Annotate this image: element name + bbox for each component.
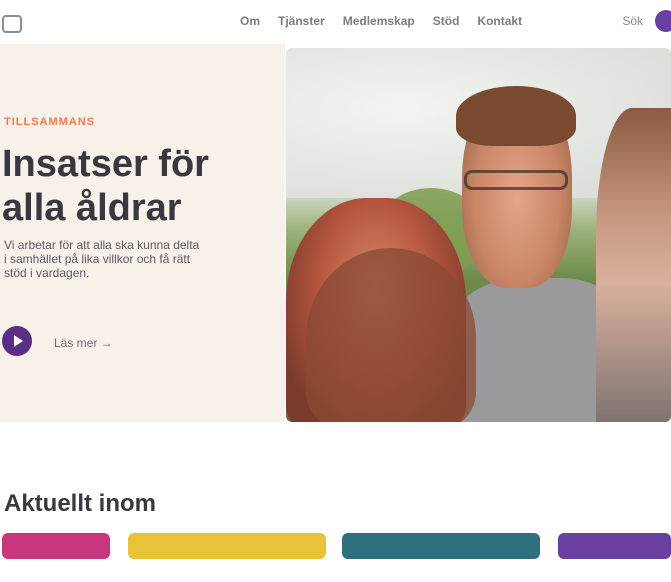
photo-glasses: [464, 170, 568, 190]
section-title: Aktuellt inom: [4, 490, 157, 517]
topic-card-yellow[interactable]: [128, 533, 326, 559]
nav-item-om[interactable]: Om: [240, 14, 260, 28]
photo-person-right: [596, 108, 671, 422]
site-header: Om Tjänster Medlemskap Stöd Kontakt Sök: [0, 0, 671, 44]
hero-text-panel: Tillsammans Insatser för alla åldrar Vi …: [0, 44, 285, 422]
nav-item-kontakt[interactable]: Kontakt: [477, 14, 522, 28]
nav-item-medlemskap[interactable]: Medlemskap: [343, 14, 415, 28]
read-more-link[interactable]: Läs mer →: [54, 336, 113, 350]
play-button[interactable]: [2, 326, 32, 356]
topic-card-pink[interactable]: [2, 533, 110, 559]
topic-card-teal[interactable]: [342, 533, 540, 559]
hero-title-text: Insatser för alla åldrar: [2, 143, 209, 229]
topic-card-purple[interactable]: [558, 533, 671, 559]
main-nav: Om Tjänster Medlemskap Stöd Kontakt: [240, 14, 522, 28]
photo-person-hair: [456, 86, 576, 146]
hero-title: Insatser för alla åldrar: [2, 142, 282, 230]
logo-icon[interactable]: [2, 15, 22, 33]
hero-eyebrow: Tillsammans: [4, 116, 96, 128]
search-link[interactable]: Sök: [622, 14, 643, 28]
menu-button[interactable]: [655, 10, 671, 32]
nav-item-stod[interactable]: Stöd: [433, 14, 460, 28]
hero-description: Vi arbetar för att alla ska kunna delta …: [4, 238, 200, 280]
topic-cards: [0, 533, 671, 559]
nav-item-tjanster[interactable]: Tjänster: [278, 14, 325, 28]
photo-hair-left: [306, 248, 476, 422]
hero-section: Tillsammans Insatser för alla åldrar Vi …: [0, 44, 671, 422]
hero-photo: [286, 48, 671, 422]
